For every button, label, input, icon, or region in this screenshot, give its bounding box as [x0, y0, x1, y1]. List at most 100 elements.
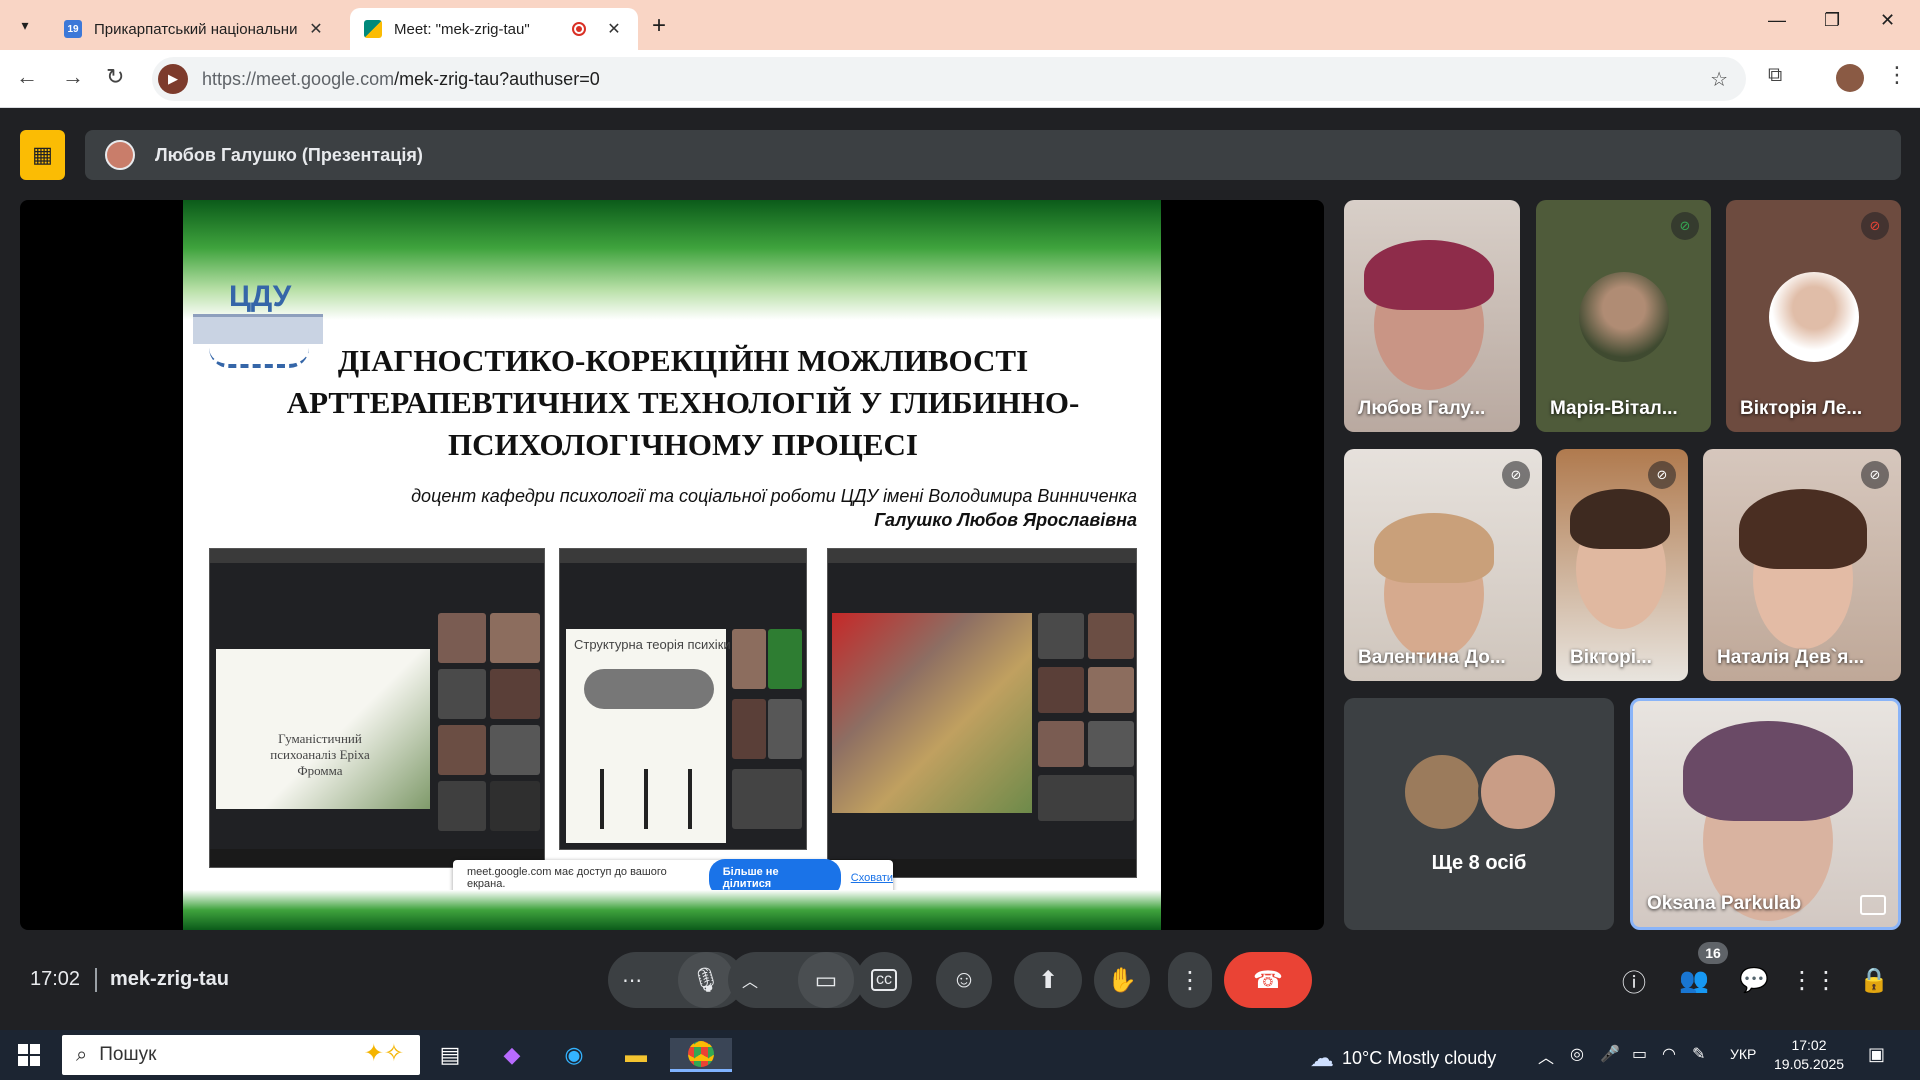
participant-tile[interactable]: ⊘ Вікторія Ле...: [1726, 200, 1901, 432]
reload-icon[interactable]: ↻: [106, 64, 124, 90]
windows-taskbar: ⌕ Пошук ✦✧ ▤ ◆ ◉ ▬ ☁ 10°C Mostly cloudy …: [0, 1030, 1920, 1080]
participant-avatar: [1579, 272, 1669, 362]
pen-icon[interactable]: ✎: [1692, 1044, 1705, 1064]
wifi-icon[interactable]: ◠: [1662, 1044, 1676, 1064]
weather-text: 10°C Mostly cloudy: [1342, 1048, 1497, 1068]
file-explorer-icon[interactable]: ▬: [616, 1038, 656, 1072]
bookmark-star-icon[interactable]: ☆: [1710, 67, 1728, 92]
participant-avatar: [1478, 752, 1558, 832]
system-clock[interactable]: 17:02 19.05.2025: [1774, 1036, 1844, 1074]
more-options-button[interactable]: ⋮: [1168, 952, 1212, 1008]
presentation-icon[interactable]: ▦: [20, 130, 65, 180]
copilot-sparkle-icon: ✦✧: [363, 1040, 404, 1067]
tab-close-icon[interactable]: ✕: [306, 19, 326, 39]
slide-title: ДІАГНОСТИКО-КОРЕКЦІЙНІ МОЖЛИВОСТІ АРТТЕР…: [286, 343, 1080, 462]
emoji-icon: ☺: [951, 966, 977, 993]
reactions-button[interactable]: ☺: [936, 952, 992, 1008]
new-tab-button[interactable]: +: [652, 12, 666, 40]
cloud-icon: ☁: [1310, 1045, 1334, 1072]
audio-settings-icon[interactable]: ⋯: [622, 968, 642, 993]
weather-widget[interactable]: ☁ 10°C Mostly cloudy: [1310, 1044, 1496, 1073]
participant-name: Вікторія Ле...: [1740, 398, 1863, 419]
minimize-icon[interactable]: —: [1768, 10, 1786, 31]
participant-tile[interactable]: ⊘ Марія-Вітал...: [1536, 200, 1711, 432]
search-placeholder: Пошук: [99, 1044, 157, 1065]
participant-tile-active-speaker[interactable]: Oksana Parkulab: [1630, 698, 1901, 930]
tab-meet[interactable]: Meet: "mek-zrig-tau" ✕: [350, 8, 638, 50]
slide-subtitle-position: доцент кафедри психології та соціальної …: [411, 486, 1137, 506]
camera-tray-icon[interactable]: ◎: [1570, 1044, 1584, 1064]
meeting-time: 17:02: [30, 968, 81, 990]
logo-text: ЦДУ: [229, 280, 292, 313]
hide-notice-link[interactable]: Сховати: [851, 872, 893, 884]
participant-hair: [1570, 489, 1670, 549]
edge-browser-icon[interactable]: ◉: [554, 1038, 594, 1072]
meeting-info-icon[interactable]: ⓘ: [1616, 962, 1652, 998]
participant-tile[interactable]: ⊘ Валентина До...: [1344, 449, 1542, 681]
restore-icon[interactable]: ❐: [1824, 10, 1840, 31]
video-settings-icon[interactable]: ︿: [742, 968, 758, 992]
participant-avatar: [1769, 272, 1859, 362]
participant-hair: [1683, 721, 1853, 821]
back-icon[interactable]: ←: [16, 64, 38, 90]
participant-name: Любов Галу...: [1358, 398, 1486, 419]
chat-icon[interactable]: 💬: [1736, 962, 1772, 998]
muted-mic-icon: ⊘: [1648, 461, 1676, 489]
url-text: https://meet.google.com/mek-zrig-tau?aut…: [202, 69, 600, 90]
more-vert-icon: ⋮: [1178, 966, 1202, 994]
address-bar[interactable]: ▶ https://meet.google.com/mek-zrig-tau?a…: [152, 57, 1746, 101]
camera-icon[interactable]: ▭: [798, 952, 854, 1008]
captions-icon: cc: [871, 969, 897, 991]
url-host: https://meet.google.com: [202, 68, 395, 89]
slide-subtitle-author: Галушко Любов Ярославівна: [874, 510, 1137, 530]
muted-mic-icon: ⊘: [1861, 461, 1889, 489]
search-icon: ⌕: [76, 1043, 88, 1066]
presenter-banner: Любов Галушко (Презентація): [85, 130, 1901, 180]
activities-icon[interactable]: ⋮⋮: [1790, 962, 1838, 998]
raise-hand-button[interactable]: ✋: [1094, 952, 1150, 1008]
site-info-icon[interactable]: ▶: [158, 64, 188, 94]
language-indicator[interactable]: УКР: [1730, 1046, 1756, 1062]
participant-tile[interactable]: ⊘ Наталія Дев`я...: [1703, 449, 1901, 681]
participant-tile[interactable]: Любов Галу...: [1344, 200, 1520, 432]
show-hidden-icons[interactable]: ︿: [1538, 1044, 1554, 1068]
tab-university[interactable]: 19 Прикарпатський національни ✕: [50, 8, 340, 50]
captions-button[interactable]: cc: [856, 952, 912, 1008]
task-view-icon[interactable]: ▤: [430, 1038, 470, 1072]
copilot-app-icon[interactable]: ◆: [492, 1038, 532, 1072]
slide-screenshot-1: Гуманістичний психоаналіз Еріха Фромма: [209, 548, 545, 868]
screenshot-1-caption: Гуманістичний психоаналіз Еріха Фромма: [270, 731, 370, 778]
more-participants-label: Ще 8 осіб: [1431, 852, 1527, 874]
battery-icon[interactable]: ▭: [1632, 1044, 1647, 1064]
people-icon[interactable]: 👥: [1676, 962, 1712, 998]
chrome-browser-icon[interactable]: [670, 1038, 732, 1072]
microphone-tray-icon[interactable]: 🎤: [1600, 1044, 1620, 1064]
divider: [95, 968, 97, 992]
windows-start-icon[interactable]: [18, 1044, 40, 1066]
more-participants-tile[interactable]: Ще 8 осіб: [1344, 698, 1614, 930]
present-screen-button[interactable]: ⬆: [1014, 952, 1082, 1008]
host-controls-icon[interactable]: 🔒: [1856, 962, 1892, 998]
browser-toolbar: ← → ↻ ▶ https://meet.google.com/mek-zrig…: [0, 50, 1920, 108]
phone-hangup-icon: ☎: [1253, 966, 1283, 994]
browser-menu-icon[interactable]: ⋮: [1886, 62, 1908, 88]
tab-search-dropdown[interactable]: ▾: [12, 12, 38, 38]
forward-icon[interactable]: →: [62, 64, 84, 90]
screenshot-2-caption: Структурна теорія психіки: [574, 637, 731, 652]
hand-icon: ✋: [1107, 966, 1137, 994]
participant-tile[interactable]: ⊘ Вікторі...: [1556, 449, 1688, 681]
clock-time: 17:02: [1791, 1037, 1827, 1053]
notifications-icon[interactable]: ▣: [1868, 1044, 1885, 1065]
calendar-favicon-icon: 19: [64, 20, 82, 38]
microphone-icon[interactable]: 🎙: [678, 952, 734, 1008]
leave-call-button[interactable]: ☎: [1224, 952, 1312, 1008]
slide-screenshot-3: [827, 548, 1137, 878]
tab-close-icon[interactable]: ✕: [604, 19, 624, 39]
profile-avatar[interactable]: [1836, 64, 1864, 92]
close-window-icon[interactable]: ✕: [1880, 10, 1895, 31]
extensions-icon[interactable]: ⧉: [1768, 64, 1782, 87]
taskbar-search-box[interactable]: ⌕ Пошук ✦✧: [62, 1035, 420, 1075]
slide-header-gradient: [183, 200, 1161, 320]
pip-icon[interactable]: [1860, 895, 1886, 915]
muted-mic-icon: ⊘: [1502, 461, 1530, 489]
